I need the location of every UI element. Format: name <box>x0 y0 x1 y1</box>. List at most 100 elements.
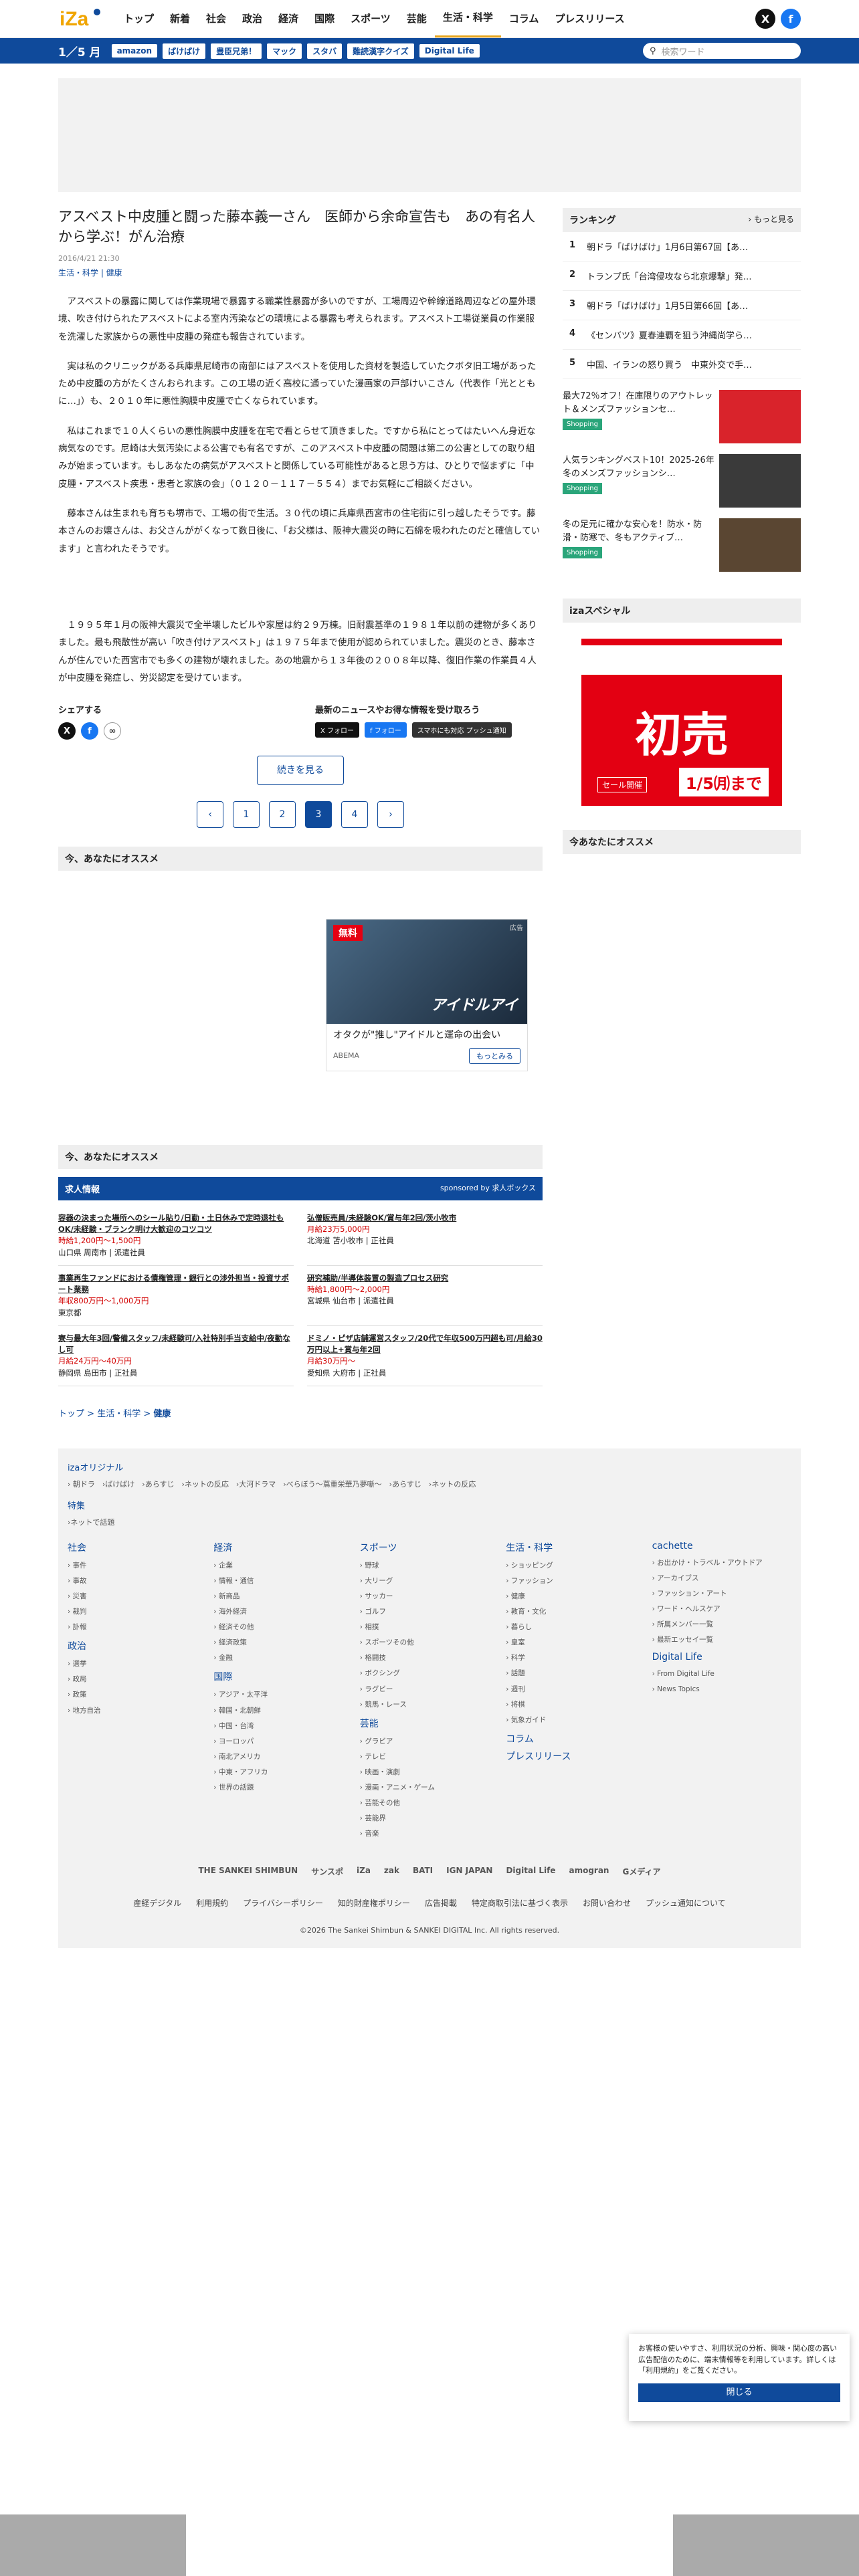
footer-column-head[interactable]: 政治 <box>68 1639 207 1652</box>
brand-logo[interactable]: BATI <box>413 1866 433 1877</box>
job-item[interactable]: 事業再生ファンドにおける債権管理・銀行との渉外担当・投資サポート業務 年収800万… <box>58 1266 294 1326</box>
ranking-item[interactable]: 1 朝ドラ「ばけばけ」1月6日第67回【あ… <box>563 232 801 261</box>
nav-press-release[interactable]: プレスリリース <box>547 0 632 37</box>
footer-column-head[interactable]: スポーツ <box>360 1541 499 1554</box>
copy-link-icon[interactable]: ∞ <box>104 722 121 740</box>
job-item[interactable]: 研究補助/半導体装置の製造プロセス研究 時給1,800円〜2,000円 宮城県 仙台… <box>307 1266 543 1326</box>
footer-column-head[interactable]: 芸能 <box>360 1717 499 1730</box>
footer-link[interactable]: › 南北アメリカ <box>213 1749 353 1765</box>
footer-link[interactable]: › 事故 <box>68 1574 207 1589</box>
footer-link[interactable]: › 政策 <box>68 1687 207 1703</box>
footer-bottom-link[interactable]: 利用規約 <box>196 1897 228 1909</box>
ranking-item[interactable]: 4 《センバツ》夏春連覇を狙う沖縄尚学ら… <box>563 320 801 350</box>
footer-link[interactable]: › 裁判 <box>68 1604 207 1620</box>
footer-column-head[interactable]: 国際 <box>213 1670 353 1683</box>
nav-entertainment[interactable]: 芸能 <box>399 0 435 37</box>
footer-link[interactable]: › 世界の話題 <box>213 1780 353 1796</box>
promo-item[interactable]: 人気ランキングベスト10！2025-26年冬のメンズファッションシ… Shoppi… <box>563 454 801 508</box>
ranking-item[interactable]: 3 朝ドラ「ばけばけ」1月5日第66回【あ… <box>563 291 801 320</box>
page-button[interactable]: 2 <box>269 801 296 829</box>
footer-link[interactable]: › 芸能界 <box>360 1811 499 1826</box>
footer-link[interactable]: › 企業 <box>213 1558 353 1574</box>
nav-international[interactable]: 国際 <box>306 0 343 37</box>
x-follow-button[interactable]: X フォロー <box>315 722 360 738</box>
job-item[interactable]: ドミノ・ピザ店舗運営スタッフ/20代で年収500万円超も可/月給30万円以上+賞… <box>307 1326 543 1386</box>
footer-link[interactable]: › テレビ <box>360 1749 499 1765</box>
brand-logo[interactable]: サンスポ <box>311 1866 343 1877</box>
footer-link[interactable]: › 格闘技 <box>360 1650 499 1666</box>
footer-link[interactable]: › 音楽 <box>360 1826 499 1842</box>
footer-bottom-link[interactable]: 特定商取引法に基づく表示 <box>472 1897 568 1909</box>
footer-link[interactable]: › 映画・演劇 <box>360 1765 499 1780</box>
nav-top[interactable]: トップ <box>116 0 162 37</box>
nav-column[interactable]: コラム <box>501 0 547 37</box>
brand-logo[interactable]: THE SANKEI SHIMBUN <box>198 1866 298 1877</box>
footer-link[interactable]: › 教育・文化 <box>506 1604 645 1620</box>
footer-link[interactable]: › グラビア <box>360 1734 499 1749</box>
facebook-icon[interactable]: f <box>781 9 801 29</box>
share-x-icon[interactable]: X <box>58 722 76 740</box>
footer-link[interactable]: › 週刊 <box>506 1682 645 1697</box>
footer-special-links[interactable]: ›ネットで話題 <box>68 1517 791 1527</box>
footer-column-head[interactable]: Digital Life <box>652 1652 791 1662</box>
next-page-button[interactable]: › <box>377 801 404 829</box>
footer-column-head[interactable]: 社会 <box>68 1541 207 1554</box>
footer-link[interactable]: › 所属メンバー一覧 <box>652 1617 791 1632</box>
tag-bakebake[interactable]: ばけばけ <box>163 43 206 59</box>
brand-logo[interactable]: Gメディア <box>622 1866 660 1877</box>
footer-column-head[interactable]: プレスリリース <box>506 1749 645 1763</box>
footer-link[interactable]: › お出かけ・トラベル・アウトドア <box>652 1555 791 1571</box>
read-more-button[interactable]: 続きを見る <box>257 756 344 786</box>
footer-link[interactable]: › 暮らし <box>506 1620 645 1635</box>
brand-logo[interactable]: amogran <box>569 1866 609 1877</box>
job-title[interactable]: 弘僧販売員/未経験OK/賞与年2回/茨小牧市 <box>307 1212 543 1224</box>
footer-link[interactable]: › 気象ガイド <box>506 1713 645 1728</box>
cookie-close-button[interactable]: 閉じる <box>638 2383 840 2402</box>
footer-link[interactable]: › 大リーグ <box>360 1574 499 1589</box>
article-category[interactable]: 生活・科学 | 健康 <box>58 267 543 278</box>
footer-link[interactable]: › ショッピング <box>506 1558 645 1574</box>
footer-bottom-link[interactable]: 広告掲載 <box>425 1897 457 1909</box>
current-page-button[interactable]: 3 <box>305 801 332 829</box>
footer-column-head[interactable]: コラム <box>506 1732 645 1745</box>
footer-link[interactable]: › ゴルフ <box>360 1604 499 1620</box>
see-more-button[interactable]: もっとみる <box>469 1047 520 1064</box>
footer-link[interactable]: › News Topics <box>652 1682 791 1697</box>
job-item[interactable]: 容器の決まった場所へのシール貼り/日勤・土日休みで定時退社もOK/未経験・ブラン… <box>58 1206 294 1266</box>
job-title[interactable]: 事業再生ファンドにおける債権管理・銀行との渉外担当・投資サポート業務 <box>58 1273 294 1296</box>
search-input[interactable]: ⚲ 検索ワード <box>643 43 801 59</box>
iza-logo[interactable]: iZa <box>58 5 102 32</box>
footer-original-links[interactable]: › 朝ドラ ›ばけばけ ›あらすじ ›ネットの反応 ›大河ドラマ ›べらぼう〜蔦… <box>68 1479 791 1489</box>
footer-bottom-link[interactable]: プッシュ通知について <box>646 1897 726 1909</box>
footer-link[interactable]: › 相撲 <box>360 1620 499 1635</box>
footer-link[interactable]: › アーカイブス <box>652 1571 791 1586</box>
footer-link[interactable]: › 漫画・アニメ・ゲーム <box>360 1780 499 1796</box>
job-title[interactable]: 研究補助/半導体装置の製造プロセス研究 <box>307 1273 543 1284</box>
breadcrumb-life-science[interactable]: 生活・科学 <box>97 1409 140 1419</box>
tag-kanji-quiz[interactable]: 難読漢字クイズ <box>347 43 414 59</box>
prev-page-button[interactable]: ‹ <box>197 801 223 829</box>
footer-link[interactable]: › 科学 <box>506 1650 645 1666</box>
footer-link[interactable]: › From Digital Life <box>652 1667 791 1682</box>
top-ad-banner[interactable] <box>58 78 801 192</box>
footer-link[interactable]: › 中東・アフリカ <box>213 1765 353 1780</box>
footer-bottom-link[interactable]: お問い合わせ <box>583 1897 631 1909</box>
footer-link[interactable]: › ファッション <box>506 1574 645 1589</box>
job-item[interactable]: 弘僧販売員/未経験OK/賞与年2回/茨小牧市 月給23万5,000円 北海道 苫小牧… <box>307 1206 543 1266</box>
nav-economy[interactable]: 経済 <box>270 0 306 37</box>
job-item[interactable]: 寮与最大年3回/警備スタッフ/未経験可/入社特別手当支給中/夜勤なし可 月給24万… <box>58 1326 294 1386</box>
footer-link[interactable]: › 話題 <box>506 1666 645 1681</box>
footer-link[interactable]: › 中国・台湾 <box>213 1719 353 1734</box>
footer-link[interactable]: › 最新エッセイ一覧 <box>652 1632 791 1648</box>
footer-link[interactable]: › 皇室 <box>506 1635 645 1650</box>
footer-link[interactable]: › 選挙 <box>68 1656 207 1672</box>
promo-item[interactable]: 最大72％オフ！在庫限りのアウトレット＆メンズファッションセ… Shopping <box>563 390 801 443</box>
facebook-follow-button[interactable]: f フォロー <box>365 722 407 738</box>
footer-link[interactable]: › 事件 <box>68 1558 207 1574</box>
tag-amazon[interactable]: amazon <box>111 44 158 58</box>
footer-link[interactable]: › 経済その他 <box>213 1620 353 1635</box>
brand-logo[interactable]: Digital Life <box>506 1866 555 1877</box>
footer-link[interactable]: › 地方自治 <box>68 1703 207 1719</box>
sale-banner[interactable]: 初売 1/5㈪まで セール開催 <box>581 639 782 806</box>
ranking-more-link[interactable]: › もっと見る <box>748 213 794 227</box>
